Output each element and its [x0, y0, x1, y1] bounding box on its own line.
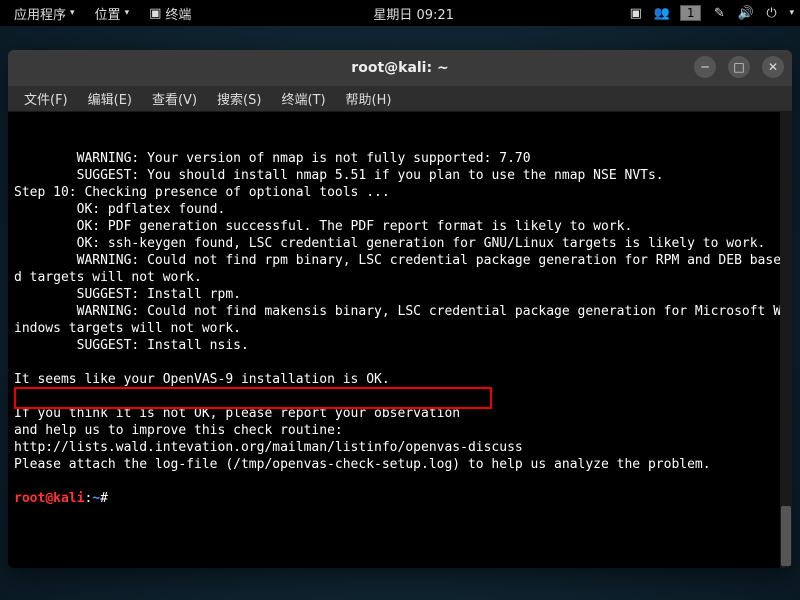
clock[interactable]: 星期日 09:21	[199, 4, 627, 23]
chevron-down-icon: ▾	[125, 8, 130, 18]
window-titlebar[interactable]: root@kali: ~ ─ □ ✕	[8, 50, 792, 86]
chevron-down-icon[interactable]: ▾	[789, 8, 794, 18]
applications-menu[interactable]: 应用程序 ▾	[6, 4, 83, 23]
terminal-scrollbar[interactable]	[780, 112, 792, 568]
terminal-output: WARNING: Your version of nmap is not ful…	[14, 150, 786, 507]
terminal-window: root@kali: ~ ─ □ ✕ 文件(F) 编辑(E) 查看(V) 搜索(…	[8, 50, 792, 568]
maximize-button[interactable]: □	[728, 56, 750, 78]
menu-help[interactable]: 帮助(H)	[338, 87, 400, 110]
scrollbar-thumb[interactable]	[781, 506, 791, 566]
workspace-indicator[interactable]: 1	[680, 5, 702, 21]
terminal-icon: ▣	[149, 6, 161, 21]
prompt-path: ~	[92, 491, 100, 506]
users-icon[interactable]: 👥	[654, 6, 670, 21]
tool-icon[interactable]: ✎	[711, 6, 727, 21]
clock-text: 星期日 09:21	[373, 8, 454, 23]
terminal-launcher-label: 终端	[165, 4, 191, 23]
prompt-user: root	[14, 491, 45, 506]
prompt-symbol: #	[100, 491, 108, 506]
video-icon[interactable]: ▣	[628, 6, 644, 21]
menu-edit[interactable]: 编辑(E)	[80, 87, 140, 110]
menu-file[interactable]: 文件(F)	[16, 87, 76, 110]
menu-terminal[interactable]: 终端(T)	[273, 87, 333, 110]
power-icon[interactable]: ⏻	[763, 6, 779, 21]
places-menu[interactable]: 位置 ▾	[87, 4, 138, 23]
terminal-menubar: 文件(F) 编辑(E) 查看(V) 搜索(S) 终端(T) 帮助(H)	[8, 86, 792, 112]
topbar-right: ▣ 👥 1 ✎ 🔊 ⏻ ▾	[628, 5, 794, 21]
places-label: 位置	[95, 4, 121, 23]
menu-search[interactable]: 搜索(S)	[209, 87, 269, 110]
close-button[interactable]: ✕	[762, 56, 784, 78]
window-controls: ─ □ ✕	[694, 56, 784, 78]
volume-icon[interactable]: 🔊	[737, 6, 753, 21]
terminal-launcher[interactable]: ▣ 终端	[141, 4, 199, 23]
prompt-host: kali	[53, 491, 84, 506]
window-title: root@kali: ~	[351, 60, 448, 76]
chevron-down-icon: ▾	[70, 8, 75, 18]
applications-label: 应用程序	[14, 4, 66, 23]
minimize-button[interactable]: ─	[694, 56, 716, 78]
desktop-topbar: 应用程序 ▾ 位置 ▾ ▣ 终端 星期日 09:21 ▣ 👥 1 ✎ 🔊 ⏻ ▾	[0, 0, 800, 26]
topbar-left: 应用程序 ▾ 位置 ▾ ▣ 终端	[6, 4, 199, 23]
terminal-body[interactable]: WARNING: Your version of nmap is not ful…	[8, 112, 792, 568]
menu-view[interactable]: 查看(V)	[144, 87, 205, 110]
prompt-at: @	[45, 491, 53, 506]
